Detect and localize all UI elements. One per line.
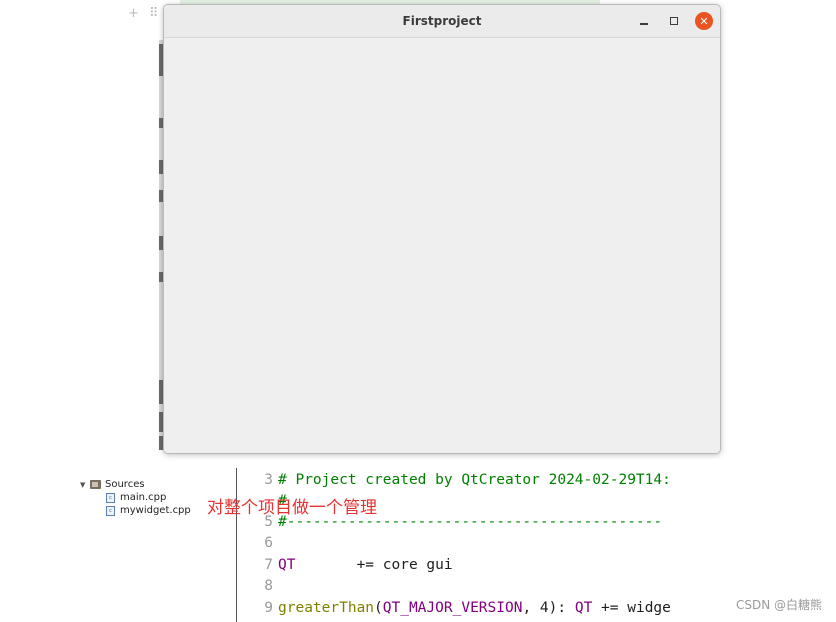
file-label: main.cpp (120, 492, 167, 503)
code-token: greaterThan (278, 600, 375, 616)
code-token: # Project created by QtCreator 2024-02-2… (278, 472, 671, 488)
code-line[interactable]: 3 # Project created by QtCreator 2024-02-… (240, 470, 671, 490)
maximize-button[interactable] (665, 12, 683, 30)
window-title: Firstproject (402, 14, 482, 28)
line-number: 7 (264, 557, 273, 573)
code-token: QT (278, 557, 296, 573)
minimize-icon (640, 23, 648, 25)
editor-gutter-divider (236, 468, 237, 622)
code-line[interactable]: 9 greaterThan(QT_MAJOR_VERSION, 4): QT +=… (240, 598, 671, 618)
watermark: CSDN @白糖熊 (735, 598, 822, 612)
line-number: 8 (264, 578, 273, 594)
line-number: 9 (264, 600, 273, 616)
window-client-area (164, 38, 720, 453)
cpp-file-icon: c (106, 505, 115, 516)
folder-icon (90, 480, 101, 489)
minimize-button[interactable] (635, 12, 653, 30)
app-window: Firstproject ✕ (163, 4, 721, 454)
window-controls: ✕ (635, 12, 713, 30)
code-token: QT (574, 600, 593, 616)
tree-file-main[interactable]: c main.cpp (80, 491, 191, 504)
code-line[interactable]: 7 QT += core gui (240, 555, 453, 575)
tree-folder-sources[interactable]: ▼ Sources (80, 478, 191, 491)
code-token: QT_MAJOR_VERSION (382, 600, 523, 616)
line-number: 3 (264, 472, 273, 488)
project-tree: ▼ Sources c main.cpp c mywidget.cpp (80, 478, 191, 517)
expand-arrow-icon[interactable]: ▼ (80, 481, 90, 489)
cpp-file-icon: c (106, 492, 115, 503)
window-titlebar[interactable]: Firstproject ✕ (164, 5, 720, 38)
code-token: ( (374, 600, 383, 616)
maximize-icon (670, 17, 678, 25)
code-token: , 4): (522, 600, 575, 616)
close-icon: ✕ (699, 14, 709, 28)
code-token: += widge (592, 600, 671, 616)
folder-label: Sources (105, 479, 145, 490)
annotation-text: 对整个项目做一个管理 (207, 498, 377, 518)
file-label: mywidget.cpp (120, 505, 191, 516)
tree-file-mywidget[interactable]: c mywidget.cpp (80, 504, 191, 517)
drag-handle-icon[interactable]: + ⠿ (128, 6, 162, 21)
code-line[interactable]: 6 (240, 533, 278, 553)
code-line[interactable]: 8 (240, 576, 278, 596)
line-number: 6 (264, 535, 273, 551)
close-button[interactable]: ✕ (695, 12, 713, 30)
code-token: += core gui (295, 557, 453, 573)
